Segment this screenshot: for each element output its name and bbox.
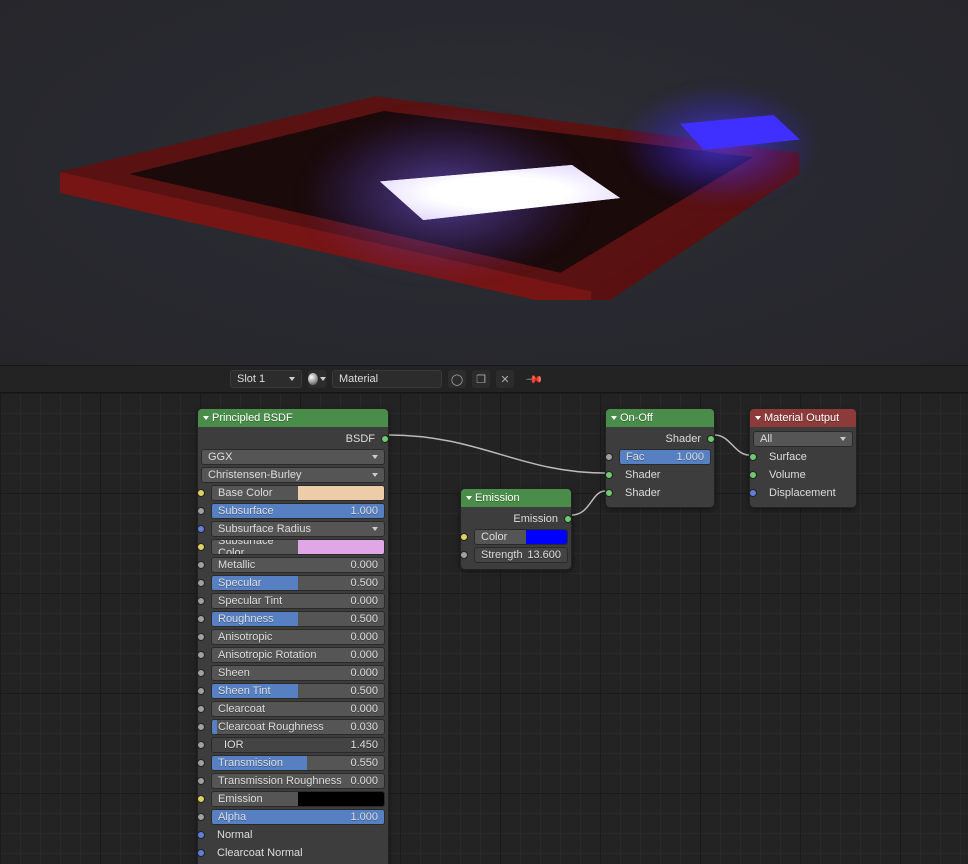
sheen-tint-slider[interactable]: Sheen Tint0.500 xyxy=(211,683,385,699)
node-emission[interactable]: Emission Emission Color Strength13.600 xyxy=(460,488,572,570)
alpha-slider[interactable]: Alpha1.000 xyxy=(211,809,385,825)
socket-anisotropic[interactable] xyxy=(197,633,205,641)
anisotropic-rotation-slider[interactable]: Anisotropic Rotation0.000 xyxy=(211,647,385,663)
socket-bsdf-out[interactable] xyxy=(381,435,389,443)
clearcoat-slider[interactable]: Clearcoat0.000 xyxy=(211,701,385,717)
node-header[interactable]: Principled BSDF xyxy=(198,409,388,427)
slot-label: Slot 1 xyxy=(237,373,265,385)
socket-clearcoat[interactable] xyxy=(197,705,205,713)
viewport-3d[interactable] xyxy=(0,0,968,365)
chevron-down-icon xyxy=(372,473,378,477)
socket-shader-out[interactable] xyxy=(707,435,715,443)
socket-base-color[interactable] xyxy=(197,489,205,497)
duplicate-material-button[interactable]: ❐ xyxy=(472,370,490,388)
socket-emission-out[interactable] xyxy=(564,515,572,523)
socket-transmission[interactable] xyxy=(197,759,205,767)
node-principled-bsdf[interactable]: Principled BSDF BSDF GGX Christensen-Bur… xyxy=(197,408,389,864)
socket-sheen[interactable] xyxy=(197,669,205,677)
ior-field[interactable]: IOR1.450 xyxy=(211,737,385,753)
socket-subsurface-radius[interactable] xyxy=(197,525,205,533)
fac-slider[interactable]: Fac1.000 xyxy=(619,449,711,465)
socket-metallic[interactable] xyxy=(197,561,205,569)
socket-shader-2[interactable] xyxy=(605,489,613,497)
node-header[interactable]: Emission xyxy=(461,489,571,507)
unlink-material-button[interactable]: ✕ xyxy=(496,370,514,388)
socket-subsurface-color[interactable] xyxy=(197,543,205,551)
socket-sheen-tint[interactable] xyxy=(197,687,205,695)
socket-alpha[interactable] xyxy=(197,813,205,821)
subsurface-radius-field[interactable]: Subsurface Radius xyxy=(211,521,385,537)
socket-specular[interactable] xyxy=(197,579,205,587)
node-material-output[interactable]: Material Output All Surface Volume Displ… xyxy=(749,408,857,508)
node-editor[interactable]: Principled BSDF BSDF GGX Christensen-Bur… xyxy=(0,393,968,864)
socket-anisotropic-rotation[interactable] xyxy=(197,651,205,659)
node-header[interactable]: Material Output xyxy=(750,409,856,427)
socket-volume[interactable] xyxy=(749,471,757,479)
fake-user-button[interactable]: ◯ xyxy=(448,370,466,388)
socket-normal[interactable] xyxy=(197,831,205,839)
socket-fac[interactable] xyxy=(605,453,613,461)
specular-slider[interactable]: Specular0.500 xyxy=(211,575,385,591)
specular-tint-slider[interactable]: Specular Tint0.000 xyxy=(211,593,385,609)
pin-icon: 📌 xyxy=(526,370,545,389)
chevron-down-icon xyxy=(840,437,846,441)
copy-icon: ❐ xyxy=(476,373,486,386)
base-color-field[interactable]: Base Color xyxy=(211,485,385,501)
clearcoat-roughness-slider[interactable]: Clearcoat Roughness0.030 xyxy=(211,719,385,735)
chevron-down-icon xyxy=(289,377,295,381)
chevron-down-icon xyxy=(372,527,378,531)
subsurface-color-field[interactable]: Subsurface Color xyxy=(211,539,385,555)
roughness-slider[interactable]: Roughness0.500 xyxy=(211,611,385,627)
collapse-icon xyxy=(466,496,472,500)
node-header[interactable]: On-Off xyxy=(606,409,714,427)
collapse-icon xyxy=(203,416,209,420)
socket-transmission-roughness[interactable] xyxy=(197,777,205,785)
socket-displacement[interactable] xyxy=(749,489,757,497)
socket-emission-strength[interactable] xyxy=(460,551,468,559)
material-toolbar: Slot 1 Material ◯ ❐ ✕ 📌 xyxy=(0,365,968,393)
output-target-dropdown[interactable]: All xyxy=(753,431,853,447)
emission-color-field[interactable]: Color xyxy=(474,529,568,545)
emission-color-field[interactable]: Emission xyxy=(211,791,385,807)
socket-shader-1[interactable] xyxy=(605,471,613,479)
render-preview xyxy=(0,0,968,365)
emission-strength-field[interactable]: Strength13.600 xyxy=(474,547,568,563)
collapse-icon xyxy=(755,416,761,420)
socket-subsurface[interactable] xyxy=(197,507,205,515)
distribution-dropdown[interactable]: GGX xyxy=(201,449,385,465)
subsurface-slider[interactable]: Subsurface1.000 xyxy=(211,503,385,519)
material-slot-dropdown[interactable]: Slot 1 xyxy=(230,370,302,388)
anisotropic-slider[interactable]: Anisotropic0.000 xyxy=(211,629,385,645)
socket-roughness[interactable] xyxy=(197,615,205,623)
pin-button[interactable]: 📌 xyxy=(522,366,547,391)
material-browse-button[interactable] xyxy=(308,370,326,388)
material-preview-icon xyxy=(308,373,318,385)
transmission-roughness-slider[interactable]: Transmission Roughness0.000 xyxy=(211,773,385,789)
node-on-off[interactable]: On-Off Shader Fac1.000 Shader Shader xyxy=(605,408,715,508)
socket-emission-color[interactable] xyxy=(460,533,468,541)
transmission-slider[interactable]: Transmission0.550 xyxy=(211,755,385,771)
chevron-down-icon xyxy=(320,377,326,381)
shield-icon: ◯ xyxy=(451,373,463,386)
sheen-slider[interactable]: Sheen0.000 xyxy=(211,665,385,681)
sss-method-dropdown[interactable]: Christensen-Burley xyxy=(201,467,385,483)
material-name-field[interactable]: Material xyxy=(332,370,442,388)
socket-clearcoat-normal[interactable] xyxy=(197,849,205,857)
collapse-icon xyxy=(611,416,617,420)
socket-surface[interactable] xyxy=(749,453,757,461)
socket-emission[interactable] xyxy=(197,795,205,803)
socket-clearcoat-roughness[interactable] xyxy=(197,723,205,731)
metallic-slider[interactable]: Metallic0.000 xyxy=(211,557,385,573)
chevron-down-icon xyxy=(372,455,378,459)
socket-specular-tint[interactable] xyxy=(197,597,205,605)
close-icon: ✕ xyxy=(500,373,509,386)
socket-ior[interactable] xyxy=(197,741,205,749)
